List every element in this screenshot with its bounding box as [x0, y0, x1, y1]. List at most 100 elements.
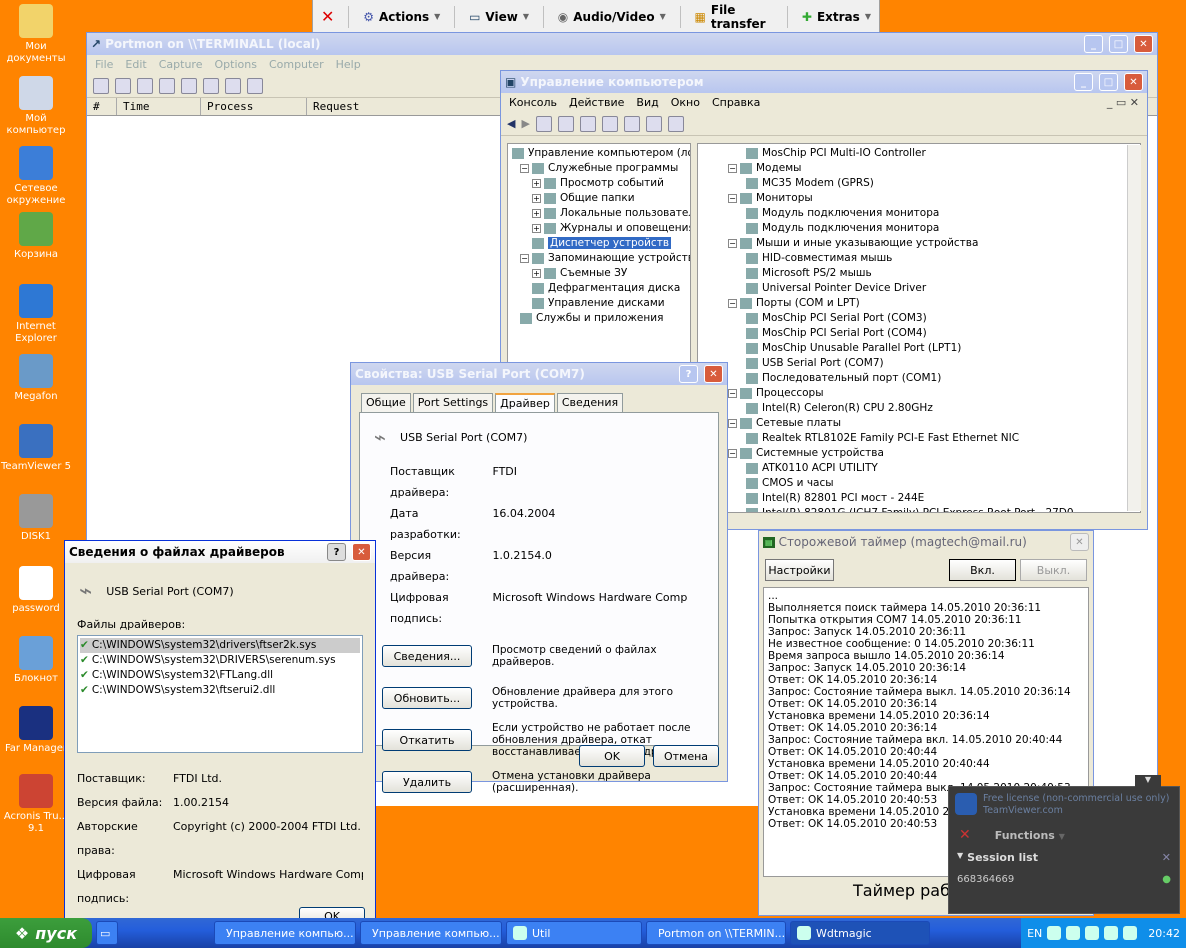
tree-item[interactable]: − Служебные программы [512, 161, 686, 176]
help-button[interactable]: ? [327, 543, 346, 561]
desktop-icon[interactable]: Megafon [0, 354, 72, 403]
device-item[interactable]: MosChip PCI Serial Port (COM4) [728, 326, 1136, 341]
device-item[interactable]: HID-совместимая мышь [728, 251, 1136, 266]
driver-file-item[interactable]: ✔ C:\WINDOWS\system32\FTLang.dll [80, 668, 360, 683]
taskbar-button[interactable]: Portmon on \\TERMIN... [646, 921, 786, 945]
binoculars-icon[interactable] [247, 77, 263, 94]
close-button[interactable]: ✕ [704, 365, 723, 383]
tree-item[interactable]: + Локальные пользователи и [512, 206, 690, 221]
actions-menu[interactable]: ⚙ Actions ▼ [363, 10, 440, 24]
show-tree-icon[interactable] [557, 115, 574, 132]
session-list-header[interactable]: ▼ Session list ✕ [949, 847, 1179, 868]
device-item[interactable]: MosChip PCI Multi-IO Controller [728, 146, 1136, 161]
desktop-icon[interactable]: Блокнот [0, 636, 72, 685]
clock[interactable]: 20:42 [1148, 927, 1180, 940]
device-item[interactable]: MosChip PCI Serial Port (COM3) [728, 311, 1136, 326]
options-icon[interactable] [159, 77, 175, 94]
device-item[interactable]: Intel(R) 82801 PCI мост - 244E [728, 491, 1136, 506]
on-button[interactable]: Вкл. [948, 559, 1016, 581]
menu-item-help[interactable]: Help [336, 58, 361, 71]
close-button[interactable]: ✕ [352, 543, 371, 561]
menu-item-capture[interactable]: Capture [159, 58, 203, 71]
expand-toggle[interactable]: − [728, 163, 737, 173]
driver-action-button[interactable]: Откатить [382, 729, 472, 751]
tab-0[interactable]: Общие [361, 393, 411, 412]
save-icon[interactable] [93, 77, 109, 94]
expand-toggle[interactable]: − [728, 298, 737, 308]
taskbar-button[interactable]: Управление компью... [214, 921, 356, 945]
minimize-button[interactable]: _ [1084, 35, 1103, 53]
menu-item[interactable]: Действие [569, 96, 624, 109]
device-category[interactable]: − Мыши и иные указывающие устройства [728, 236, 1136, 251]
device-item[interactable]: Microsoft PS/2 мышь [728, 266, 1136, 281]
tree-item[interactable]: + Просмотр событий [512, 176, 686, 191]
up-folder-icon[interactable] [535, 115, 552, 132]
expand-toggle[interactable]: + [532, 208, 541, 218]
device-category[interactable]: − Порты (COM и LPT) [728, 296, 1136, 311]
tab-1[interactable]: Port Settings [412, 393, 494, 412]
driver-file-item[interactable]: ✔ C:\WINDOWS\system32\DRIVERS\serenum.sys [80, 653, 360, 668]
teamviewer-tray-icon[interactable] [1123, 926, 1138, 940]
device-tree-scrollbar[interactable] [1127, 145, 1141, 511]
close-icon[interactable]: ✕ [959, 827, 971, 843]
audio-video-menu[interactable]: ◉ Audio/Video ▼ [558, 10, 666, 24]
taskbar-button[interactable]: Wdtmagic [790, 921, 930, 945]
help-button[interactable]: ? [679, 365, 698, 383]
show-desktop-button[interactable]: ▭ [96, 921, 118, 945]
back-arrow-icon[interactable]: ◀ [507, 117, 515, 130]
close-icon[interactable]: ✕ [1162, 851, 1171, 864]
clock-icon[interactable] [181, 77, 197, 94]
expand-toggle[interactable]: − [520, 163, 529, 173]
minimize-button[interactable]: _ [1074, 73, 1093, 91]
panel-collapse-tab[interactable]: ▼ [1135, 775, 1161, 787]
device-item[interactable]: Последовательный порт (COM1) [728, 371, 1136, 386]
tab-2[interactable]: Драйвер [495, 393, 555, 412]
device-item[interactable]: ATK0110 ACPI UTILITY [728, 461, 1136, 476]
driver-file-item[interactable]: ✔ C:\WINDOWS\system32\ftserui2.dll [80, 683, 360, 698]
properties-icon[interactable] [579, 115, 596, 132]
menu-item[interactable]: Консоль [509, 96, 557, 109]
off-button[interactable]: Выкл. [1019, 559, 1087, 581]
extras-menu[interactable]: ✚ Extras ▼ [802, 10, 871, 24]
device-item[interactable]: Intel(R) Celeron(R) CPU 2.80GHz [728, 401, 1136, 416]
device-category[interactable]: − Мониторы [728, 191, 1136, 206]
menu-item-options[interactable]: Options [214, 58, 256, 71]
col-num[interactable]: # [87, 98, 117, 115]
properties-titlebar[interactable]: Свойства: USB Serial Port (COM7) ? ✕ [351, 363, 727, 385]
device-item[interactable]: Realtek RTL8102E Family PCI-E Fast Ether… [728, 431, 1136, 446]
tray-icon[interactable] [1047, 926, 1062, 940]
highlight-icon[interactable] [225, 77, 241, 94]
tree-item[interactable]: + Журналы и оповещения пр [512, 221, 690, 236]
tree-item[interactable]: + Съемные ЗУ [512, 266, 686, 281]
desktop-icon[interactable]: Мой компьютер [0, 76, 72, 137]
desktop-icon[interactable]: Сетевое окружение [0, 146, 72, 207]
expand-toggle[interactable]: + [532, 178, 541, 188]
device-item[interactable]: MosChip Unusable Parallel Port (LPT1) [728, 341, 1136, 356]
details-titlebar[interactable]: Сведения о файлах драйверов ? ✕ [65, 541, 375, 563]
maximize-button[interactable]: □ [1099, 73, 1118, 91]
tree-item[interactable]: Службы и приложения [512, 311, 686, 326]
driver-file-item[interactable]: ✔ C:\WINDOWS\system32\drivers\ftser2k.sys [80, 638, 360, 653]
expand-toggle[interactable]: + [532, 268, 541, 278]
expand-toggle[interactable]: − [728, 418, 737, 428]
close-button[interactable]: ✕ [1070, 533, 1089, 551]
desktop-icon[interactable]: Корзина [0, 212, 72, 261]
language-indicator[interactable]: EN [1027, 927, 1042, 940]
device-item[interactable]: MC35 Modem (GPRS) [728, 176, 1136, 191]
desktop-icon[interactable]: password [0, 566, 72, 615]
expand-toggle[interactable]: − [728, 388, 737, 398]
desktop-icon[interactable]: Acronis Tru... 9.1 [0, 774, 72, 835]
device-category[interactable]: − Сетевые платы [728, 416, 1136, 431]
device-item[interactable]: Модуль подключения монитора [728, 221, 1136, 236]
menu-item[interactable]: Справка [712, 96, 760, 109]
driver-files-list[interactable]: ✔ C:\WINDOWS\system32\drivers\ftser2k.sys… [77, 635, 363, 753]
desktop-icon[interactable]: DISK1 [0, 494, 72, 543]
view-menu[interactable]: ▭ View ▼ [469, 10, 529, 24]
close-icon[interactable]: ✕ [321, 7, 334, 26]
taskbar-button[interactable]: Util [506, 921, 642, 945]
col-process[interactable]: Process [201, 98, 307, 115]
device-item[interactable]: Модуль подключения монитора [728, 206, 1136, 221]
device-tree[interactable]: MosChip PCI Multi-IO Controller − Модемы MC… [697, 143, 1141, 513]
tree-item[interactable]: − Запоминающие устройства [512, 251, 690, 266]
driver-action-button[interactable]: Обновить... [382, 687, 472, 709]
